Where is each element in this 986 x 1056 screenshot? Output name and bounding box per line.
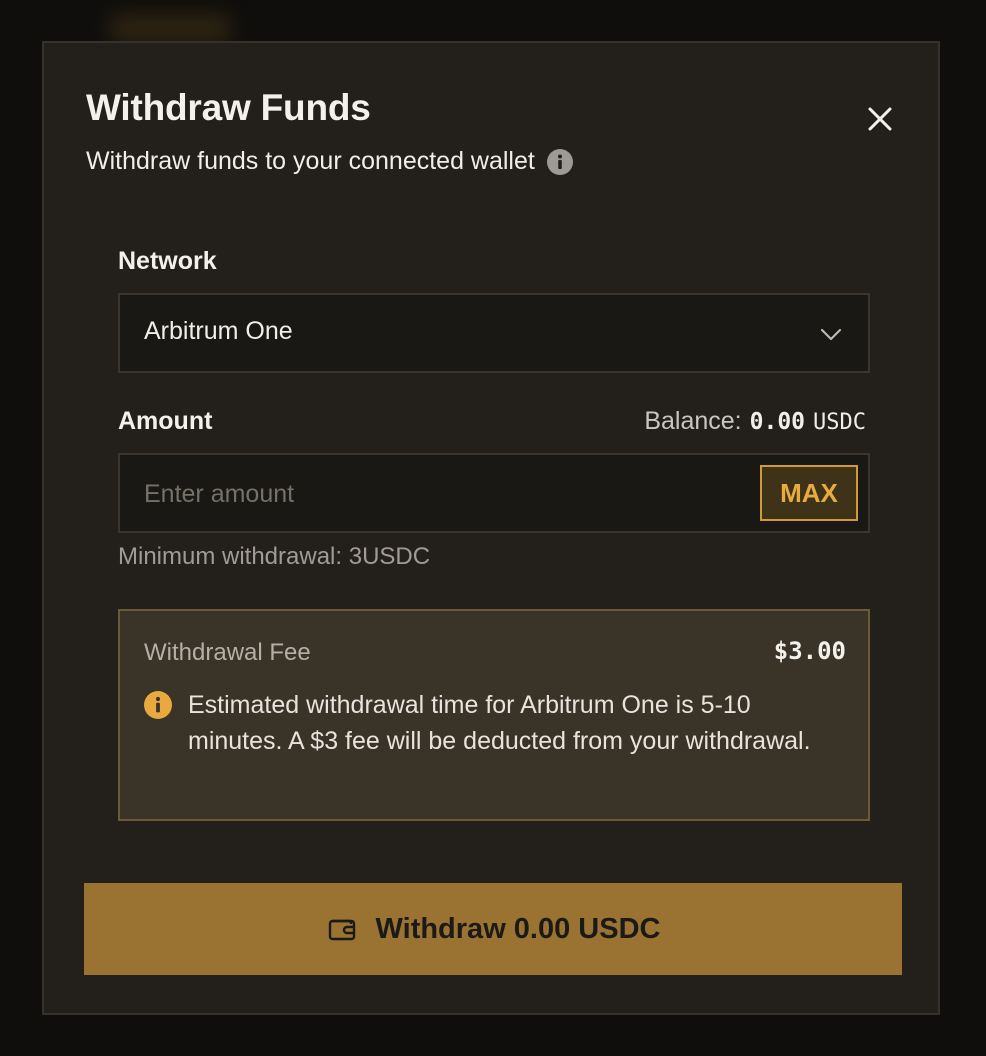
withdraw-button[interactable]: Withdraw 0.00 USDC — [84, 883, 902, 975]
withdraw-modal: Withdraw Funds Withdraw funds to your co… — [42, 41, 940, 1015]
modal-title: Withdraw Funds — [86, 87, 371, 128]
subtitle-row: Withdraw funds to your connected wallet — [86, 147, 573, 176]
max-button[interactable]: MAX — [760, 465, 858, 521]
withdraw-button-label: Withdraw 0.00 USDC — [375, 912, 661, 945]
withdrawal-time-notice: Estimated withdrawal time for Arbitrum O… — [188, 691, 811, 755]
chevron-down-icon — [820, 328, 842, 341]
close-icon — [868, 107, 892, 131]
fee-value: $3.00 — [773, 637, 846, 665]
info-icon — [144, 691, 172, 719]
balance-label: Balance: — [644, 407, 742, 435]
network-selected-value: Arbitrum One — [144, 317, 293, 345]
fee-label: Withdrawal Fee — [144, 639, 311, 666]
network-select[interactable]: Arbitrum One — [118, 293, 870, 373]
network-label: Network — [118, 247, 217, 275]
backdrop-highlight — [110, 14, 230, 44]
amount-input[interactable] — [142, 469, 726, 519]
wallet-icon — [328, 919, 355, 941]
amount-field-container: MAX — [118, 453, 870, 533]
amount-label: Amount — [118, 407, 213, 435]
minimum-withdrawal-note: Minimum withdrawal: 3USDC — [118, 543, 431, 570]
withdrawal-fee-panel: Withdrawal Fee $3.00 Estimated withdrawa… — [118, 609, 870, 821]
close-button[interactable] — [860, 99, 900, 139]
balance-unit: USDC — [813, 410, 866, 435]
info-icon[interactable] — [546, 148, 573, 175]
modal-subtitle: Withdraw funds to your connected wallet — [86, 147, 535, 175]
balance-display: Balance: 0.00 USDC — [644, 407, 866, 436]
balance-value: 0.00 — [749, 409, 806, 435]
